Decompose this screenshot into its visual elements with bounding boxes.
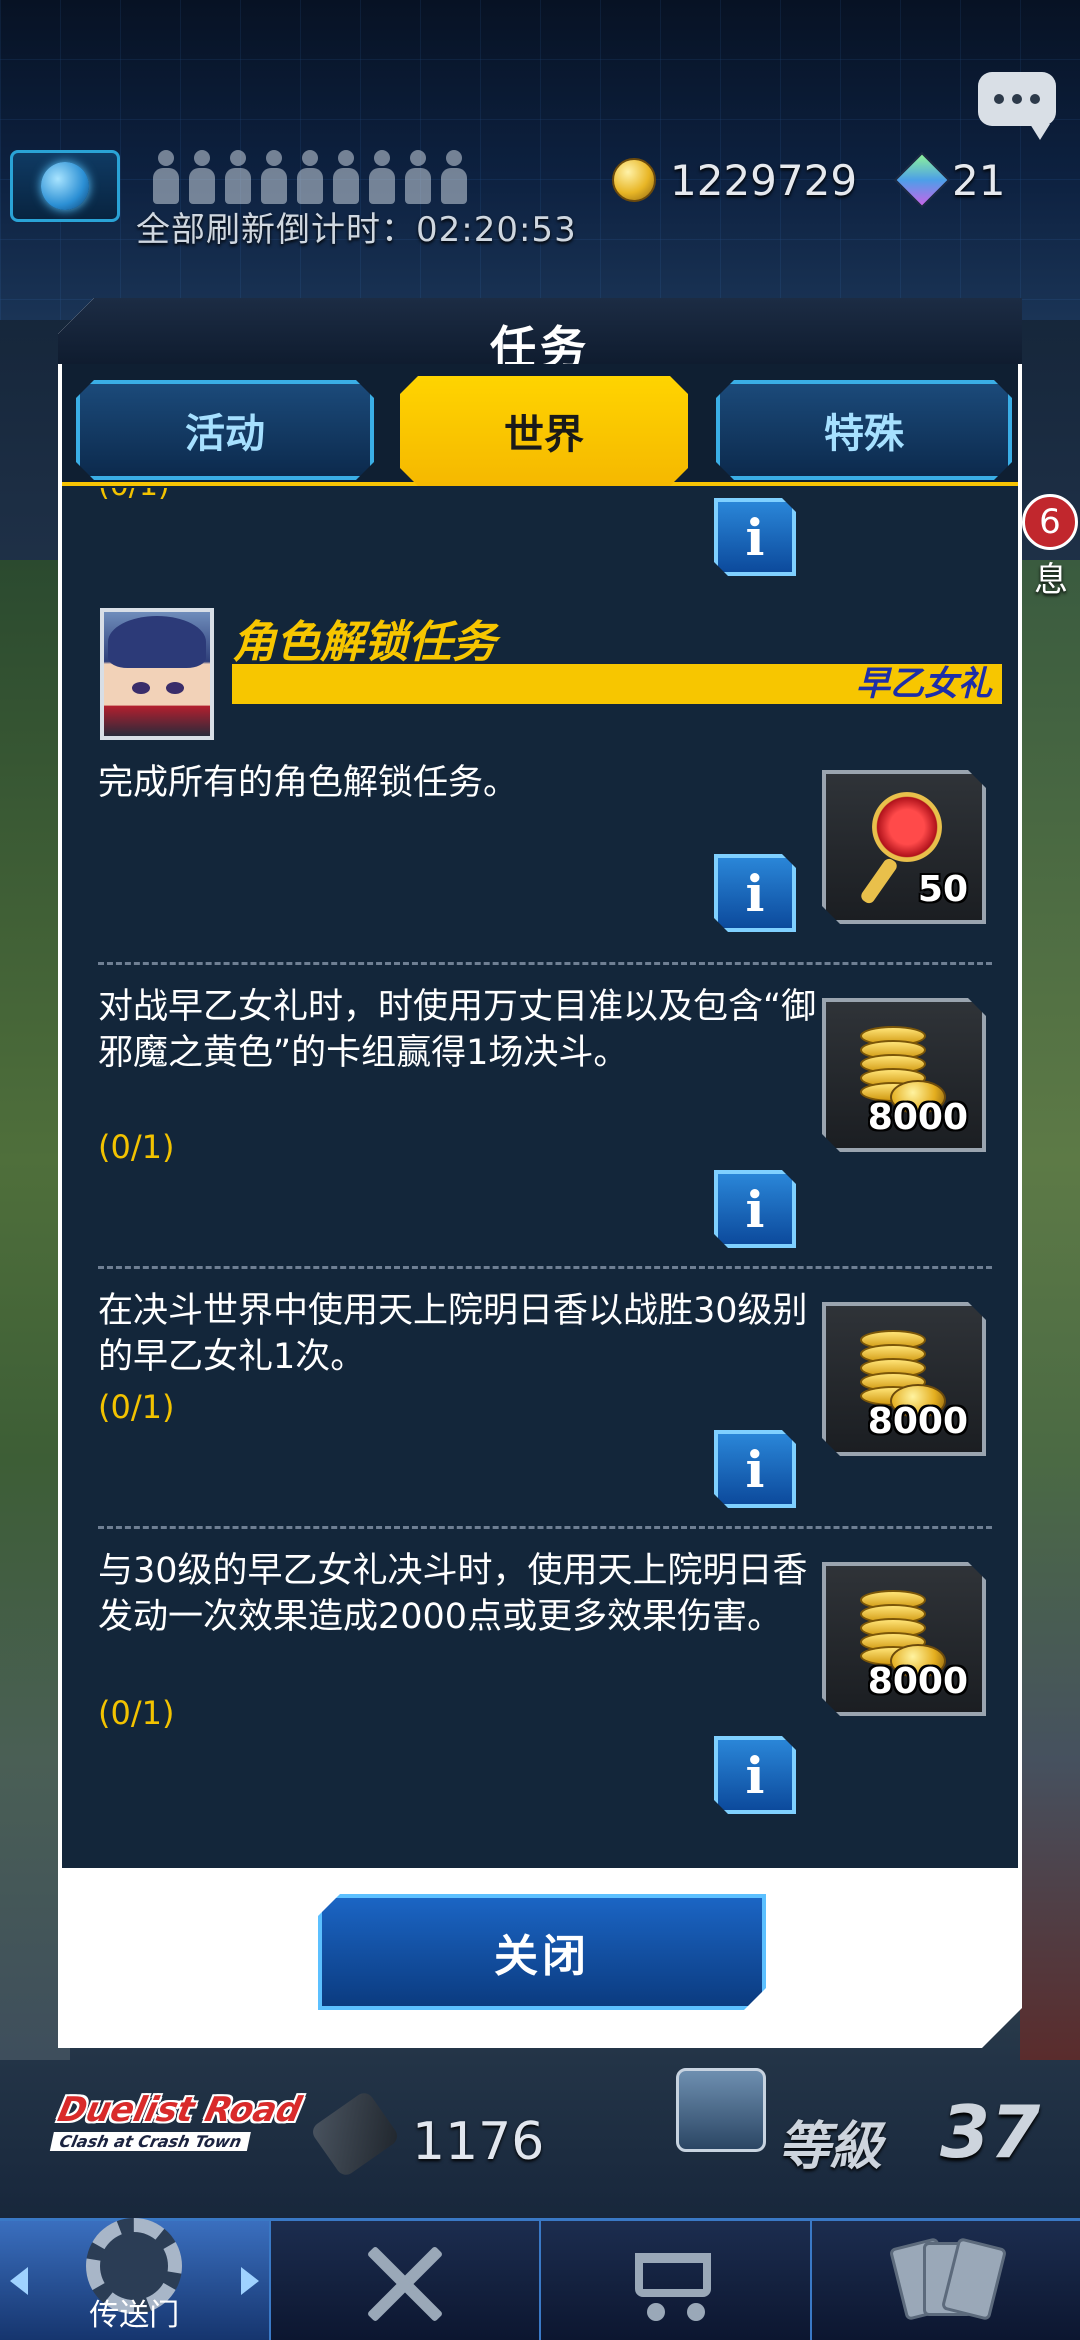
info-button[interactable]: i xyxy=(714,1736,796,1814)
reward-count: 8000 xyxy=(867,1661,968,1702)
gold-coin-icon xyxy=(612,158,656,202)
level-value: 37 xyxy=(940,2090,1041,2174)
mission-panel: (0/1) i 早乙女礼 角色解锁任务 完成所有的角色解锁任务。 50 i xyxy=(62,364,1018,1868)
mission-progress: (0/1) xyxy=(98,1128,175,1166)
reward-item[interactable]: 8000 xyxy=(822,1302,986,1456)
info-button[interactable]: i xyxy=(714,1430,796,1508)
reward-count: 50 xyxy=(917,869,968,910)
section-banner: 早乙女礼 xyxy=(232,664,1002,704)
person-icon xyxy=(222,150,254,208)
person-icon xyxy=(366,150,398,208)
road-count: 1176 xyxy=(412,2112,545,2172)
nav-gate[interactable]: 传送门 xyxy=(0,2217,271,2340)
person-icon xyxy=(258,150,290,208)
mission-description: 与30级的早乙女礼决斗时，使用天上院明日香发动一次效果造成2000点或更多效果伤… xyxy=(98,1551,808,1637)
close-button[interactable]: 关闭 xyxy=(318,1894,766,2010)
reward-count: 8000 xyxy=(867,1401,968,1442)
person-icon xyxy=(330,150,362,208)
mission-list[interactable]: (0/1) i 早乙女礼 角色解锁任务 完成所有的角色解锁任务。 50 i xyxy=(66,488,1018,1868)
mission-tabs: 活动 世界 特殊 xyxy=(62,364,1018,486)
mission-progress: (0/1) xyxy=(98,1388,175,1426)
duelist-road-subtitle: Clash at Crash Town xyxy=(49,2132,252,2151)
info-button[interactable]: i xyxy=(714,1170,796,1248)
gold-counter: 1229729 xyxy=(612,152,857,208)
side-label: 息 xyxy=(1034,560,1068,600)
nav-label: 传送门 xyxy=(89,2298,180,2333)
crossed-swords-icon xyxy=(355,2236,455,2326)
world-map-button[interactable] xyxy=(10,150,120,222)
person-icon xyxy=(186,150,218,208)
person-icon xyxy=(402,150,434,208)
notification-badge[interactable]: 6 xyxy=(1022,494,1078,550)
character-avatar xyxy=(100,608,214,740)
section-title: 角色解锁任务 xyxy=(232,617,496,668)
cards-icon xyxy=(888,2236,1007,2326)
globe-icon xyxy=(41,162,89,210)
mission-description: 在决斗世界中使用天上院明日香以战胜30级别的早乙女礼1次。 xyxy=(98,1291,808,1377)
nav-shop[interactable] xyxy=(541,2221,812,2340)
chat-icon[interactable] xyxy=(978,72,1056,140)
key-reward-icon xyxy=(872,792,942,862)
info-button[interactable]: i xyxy=(714,854,796,932)
duelist-road-title: Duelist Road xyxy=(54,2090,306,2130)
reward-item[interactable]: 8000 xyxy=(822,998,986,1152)
divider xyxy=(98,1266,992,1269)
mission-progress: (0/1) xyxy=(98,1694,175,1732)
level-label: 等級 xyxy=(778,2117,883,2177)
dialog-header: 任务 xyxy=(58,298,1022,364)
tab-activity[interactable]: 活动 xyxy=(76,380,374,480)
gold-amount: 1229729 xyxy=(670,155,858,205)
divider xyxy=(98,1526,992,1529)
person-icon xyxy=(294,150,326,208)
mission-description: 完成所有的角色解锁任务。 xyxy=(98,763,519,803)
duelist-road-logo[interactable]: Duelist Road Clash at Crash Town xyxy=(49,2090,339,2154)
background-scenery-right xyxy=(1020,560,1080,2060)
gem-amount: 21 xyxy=(952,155,1006,205)
bottom-navigation: 传送门 xyxy=(0,2217,1080,2340)
gem-icon xyxy=(893,151,951,209)
level-icon[interactable] xyxy=(676,2068,766,2152)
info-button[interactable]: i xyxy=(714,498,796,576)
duelist-slots xyxy=(150,150,480,210)
mission-progress: (0/1) xyxy=(98,488,170,503)
mission-dialog: 任务 (0/1) i 早乙女礼 角色解锁任务 完成所有的角色解锁任务。 50 xyxy=(58,298,1022,2048)
reward-count: 8000 xyxy=(867,1097,968,1138)
shopping-cart-icon xyxy=(625,2239,725,2323)
gem-counter: 21 xyxy=(893,151,1006,209)
reward-item[interactable]: 50 xyxy=(822,770,986,924)
tab-world[interactable]: 世界 xyxy=(400,376,688,486)
reward-item[interactable]: 8000 xyxy=(822,1562,986,1716)
section-character-name: 早乙女礼 xyxy=(856,664,992,704)
mission-description: 对战早乙女礼时，时使用万丈目准以及包含“御邪魔之黄色”的卡组赢得1场决斗。 xyxy=(98,987,817,1073)
person-icon xyxy=(438,150,470,208)
divider xyxy=(98,962,992,965)
person-icon xyxy=(150,150,182,208)
tab-special[interactable]: 特殊 xyxy=(716,380,1012,480)
nav-deck[interactable] xyxy=(812,2221,1080,2340)
nav-duel[interactable] xyxy=(271,2221,541,2340)
refresh-timer: 全部刷新倒计时：02:20:53 xyxy=(136,210,577,250)
